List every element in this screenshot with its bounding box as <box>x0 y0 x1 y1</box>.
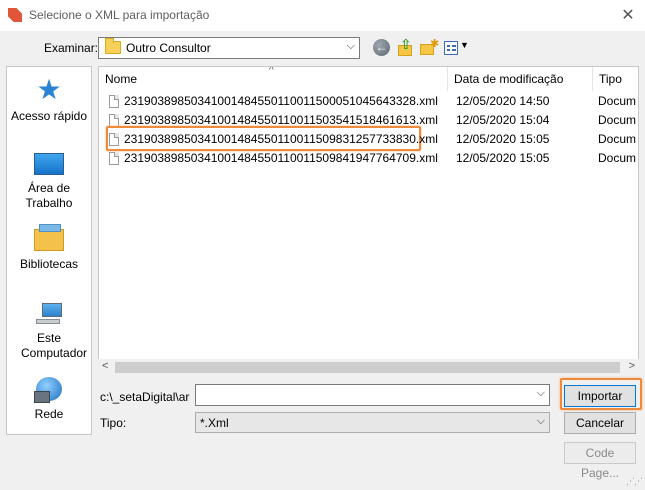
file-type: Docum <box>598 94 637 108</box>
up-folder-icon[interactable]: ⇧ <box>396 36 414 57</box>
title-bar: Selecione o XML para importação ✕ <box>0 0 645 31</box>
file-type-value: *.Xml <box>200 416 229 430</box>
place-label: Área de Trabalho <box>25 181 73 210</box>
file-name-input[interactable]: ⌵ <box>195 384 550 406</box>
look-in-label: Examinar: <box>44 41 99 55</box>
back-icon[interactable]: ← <box>373 39 390 56</box>
table-row[interactable]: 2319038985034100148455011001150005104564… <box>99 91 638 111</box>
file-type-label: Tipo: <box>100 416 127 430</box>
look-in-value: Outro Consultor <box>126 41 211 55</box>
place-network[interactable]: Rede <box>7 377 91 422</box>
file-name: 2319038985034100148455011001150005104564… <box>124 94 438 108</box>
file-name-label: c:\_setaDigital\arq <box>100 390 190 404</box>
file-list[interactable]: ^ Nome Data de modificação Tipo 23190389… <box>98 66 639 376</box>
libraries-icon <box>34 224 64 251</box>
column-header-date[interactable]: Data de modificação <box>448 67 592 91</box>
star-icon: ★ <box>36 74 62 105</box>
places-bar: ★ Acesso rápido Área de Trabalho Bibliot… <box>6 66 92 435</box>
import-button[interactable]: Importar <box>564 385 636 407</box>
folder-icon <box>105 38 121 54</box>
table-row[interactable]: 2319038985034100148455011001150984194776… <box>99 148 638 168</box>
app-logo-icon <box>8 8 22 22</box>
file-date: 12/05/2020 15:04 <box>456 113 550 127</box>
cancel-button[interactable]: Cancelar <box>564 412 636 434</box>
window-title: Selecione o XML para importação <box>29 8 210 22</box>
scroll-left-icon[interactable]: < <box>102 360 108 372</box>
file-name: 2319038985034100148455011001150984194776… <box>124 151 438 165</box>
horizontal-scrollbar[interactable]: < > <box>98 359 639 376</box>
xml-file-icon <box>109 152 119 165</box>
file-type: Docum <box>598 113 637 127</box>
new-folder-icon[interactable]: ✱ <box>419 38 439 57</box>
computer-icon <box>34 303 64 325</box>
chevron-down-icon[interactable]: ⌵ <box>537 415 545 428</box>
table-row-highlighted[interactable]: 2319038985034100148455011001150983125773… <box>99 126 638 151</box>
xml-file-icon <box>109 133 119 146</box>
look-in-dropdown[interactable]: Outro Consultor ⌵ <box>98 37 360 59</box>
place-this-pc[interactable]: Este Computador <box>7 303 91 361</box>
chevron-down-icon[interactable]: ⌵ <box>347 40 355 53</box>
place-desktop[interactable]: Área de Trabalho <box>7 153 91 211</box>
file-date: 12/05/2020 14:50 <box>456 94 550 108</box>
place-libraries[interactable]: Bibliotecas <box>7 224 91 272</box>
place-label: Acesso rápido <box>10 109 88 123</box>
place-label: Rede <box>34 407 64 421</box>
place-label: Bibliotecas <box>19 257 79 271</box>
place-quick-access[interactable]: ★ Acesso rápido <box>7 74 91 124</box>
chevron-down-icon[interactable]: ⌵ <box>537 387 545 400</box>
file-type: Docum <box>598 132 637 146</box>
network-icon <box>34 377 62 403</box>
column-header-type[interactable]: Tipo <box>593 67 638 91</box>
file-type: Docum <box>598 151 637 165</box>
file-date: 12/05/2020 15:05 <box>456 151 550 165</box>
close-button[interactable]: ✕ <box>617 5 639 25</box>
scroll-right-icon[interactable]: > <box>629 360 635 372</box>
desktop-icon <box>34 153 64 175</box>
file-name: 2319038985034100148455011001150983125773… <box>124 132 438 146</box>
file-date: 12/05/2020 15:05 <box>456 132 550 146</box>
xml-file-icon <box>109 95 119 108</box>
file-type-select[interactable]: *.Xml ⌵ <box>195 412 550 433</box>
view-menu-icon[interactable]: ▼ <box>443 39 469 57</box>
resize-grip-icon[interactable]: ⋰⋰ <box>626 476 643 487</box>
column-header-name[interactable]: Nome <box>99 67 447 91</box>
place-label: Este Computador <box>21 331 88 360</box>
code-page-button[interactable]: Code Page... <box>564 442 636 480</box>
scrollbar-thumb[interactable] <box>115 362 620 373</box>
